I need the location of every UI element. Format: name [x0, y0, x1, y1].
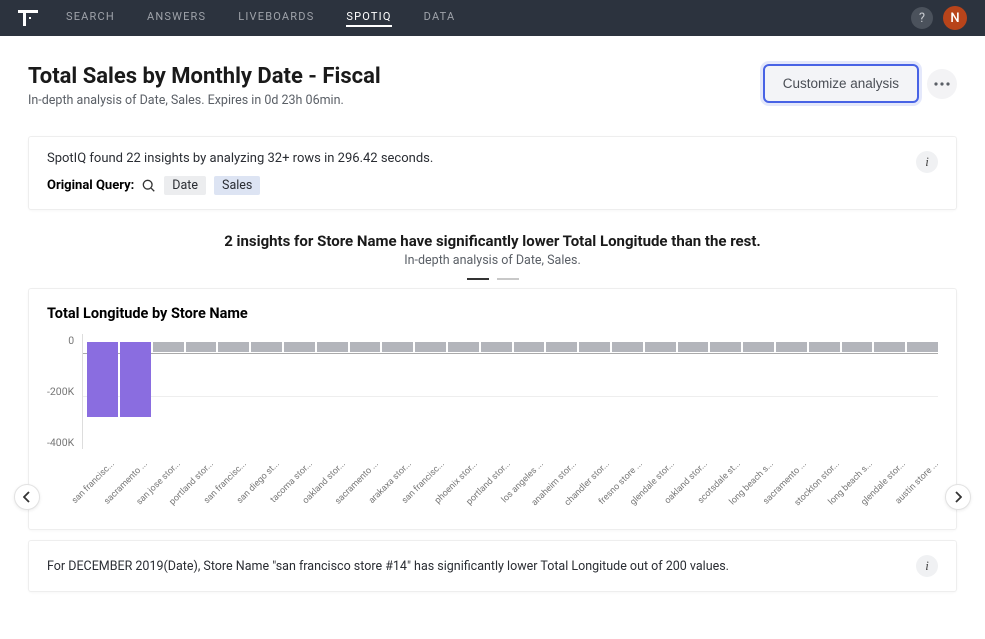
chart-bar[interactable] — [579, 342, 610, 352]
chart-bar[interactable] — [284, 342, 315, 352]
main-nav: SEARCH ANSWERS LIVEBOARDS SPOTIQ DATA — [66, 10, 883, 27]
page-header: Total Sales by Monthly Date - Fiscal In-… — [0, 36, 985, 118]
query-chip-date[interactable]: Date — [164, 176, 206, 195]
nav-item-data[interactable]: DATA — [424, 10, 456, 27]
pager-indicator — [28, 278, 957, 280]
customize-analysis-button[interactable]: Customize analysis — [763, 64, 919, 103]
chart-bar[interactable] — [415, 342, 446, 352]
help-icon[interactable]: ? — [911, 7, 933, 29]
y-tick-label: -400K — [47, 436, 74, 449]
query-chip-sales[interactable]: Sales — [214, 176, 260, 195]
chart-bar[interactable] — [87, 342, 118, 417]
ellipsis-icon — [934, 82, 950, 86]
chart-bar[interactable] — [317, 342, 348, 352]
chart-x-axis: san francisc...sacramento ...san jose st… — [83, 455, 938, 515]
chevron-right-icon — [954, 491, 962, 503]
pager-dot-1[interactable] — [467, 278, 489, 280]
y-tick-label: -200K — [47, 385, 74, 398]
info-icon[interactable]: i — [916, 555, 938, 577]
chart-bar[interactable] — [776, 342, 807, 352]
app-logo[interactable] — [18, 10, 38, 26]
chart-bar[interactable] — [448, 342, 479, 352]
chart-bar[interactable] — [743, 342, 774, 352]
chevron-left-icon — [23, 491, 31, 503]
chart-bars-container — [87, 342, 938, 417]
chart-title: Total Longitude by Store Name — [47, 305, 938, 322]
pager-dot-2[interactable] — [497, 278, 519, 280]
insight-header: 2 insights for Store Name have significa… — [28, 232, 957, 280]
prev-insight-button[interactable] — [14, 484, 40, 510]
insight-title: 2 insights for Store Name have significa… — [28, 232, 957, 250]
insight-explanation-text: For DECEMBER 2019(Date), Store Name "san… — [47, 559, 729, 574]
chart-bar[interactable] — [874, 342, 905, 352]
chart-bar[interactable] — [546, 342, 577, 352]
chart-bar[interactable] — [612, 342, 643, 352]
chart-bar[interactable] — [382, 342, 413, 352]
chart-bar[interactable] — [218, 342, 249, 352]
chart-card: Total Longitude by Store Name 0 -200K -400… — [28, 288, 957, 530]
chart-bar[interactable] — [809, 342, 840, 352]
chart-bar[interactable] — [153, 342, 184, 352]
page-subtitle: In-depth analysis of Date, Sales. Expire… — [28, 93, 381, 108]
chart-bar[interactable] — [842, 342, 873, 352]
summary-card: SpotIQ found 22 insights by analyzing 32… — [28, 136, 957, 210]
nav-item-search[interactable]: SEARCH — [66, 10, 115, 27]
chart-plot-area — [82, 334, 938, 449]
chart-y-axis: 0 -200K -400K — [47, 334, 82, 449]
search-icon — [142, 179, 156, 193]
chart-bar[interactable] — [186, 342, 217, 352]
chart-bar[interactable] — [678, 342, 709, 352]
next-insight-button[interactable] — [945, 484, 971, 510]
page-title: Total Sales by Monthly Date - Fiscal — [28, 64, 381, 89]
nav-item-spotiq[interactable]: SPOTIQ — [346, 10, 391, 27]
chart-bar[interactable] — [251, 342, 282, 352]
original-query-label: Original Query: — [47, 178, 134, 193]
nav-item-liveboards[interactable]: LIVEBOARDS — [238, 10, 314, 27]
y-tick-label: 0 — [47, 334, 74, 347]
user-avatar[interactable]: N — [943, 6, 967, 30]
chart-bar[interactable] — [120, 342, 151, 417]
info-icon[interactable]: i — [916, 151, 938, 173]
nav-item-answers[interactable]: ANSWERS — [147, 10, 206, 27]
chart-bar[interactable] — [350, 342, 381, 352]
chart-bar[interactable] — [481, 342, 512, 352]
original-query-row: Original Query: Date Sales — [47, 176, 433, 195]
top-nav-bar: SEARCH ANSWERS LIVEBOARDS SPOTIQ DATA ? N — [0, 0, 985, 36]
summary-text: SpotIQ found 22 insights by analyzing 32… — [47, 151, 433, 166]
chart-bar[interactable] — [645, 342, 676, 352]
insight-explanation-card: For DECEMBER 2019(Date), Store Name "san… — [28, 540, 957, 592]
more-actions-button[interactable] — [927, 69, 957, 99]
chart-bar[interactable] — [907, 342, 938, 352]
chart-bar[interactable] — [710, 342, 741, 352]
chart-bar[interactable] — [514, 342, 545, 352]
insight-subtitle: In-depth analysis of Date, Sales. — [28, 253, 957, 268]
